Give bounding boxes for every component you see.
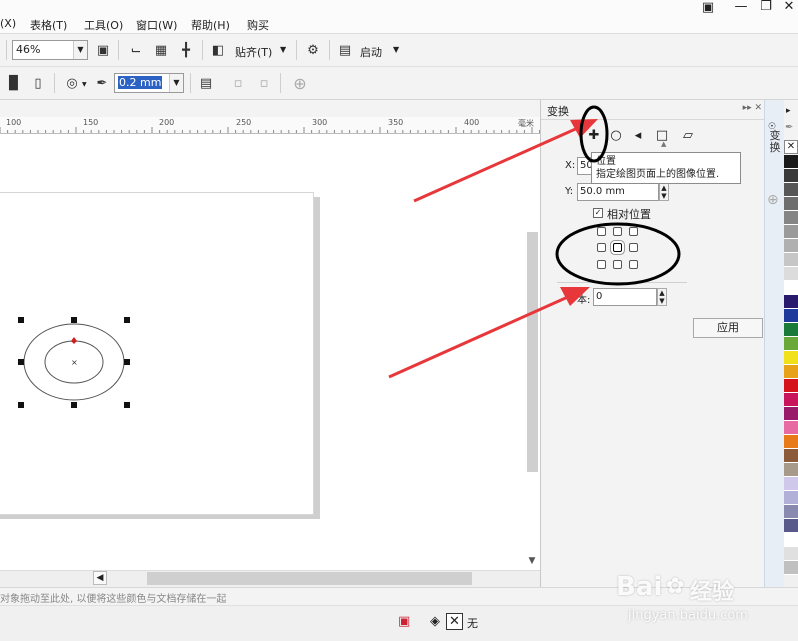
watermark-url: jingyan.baidu.com xyxy=(628,608,748,623)
fill-none-label: 无 xyxy=(467,617,478,630)
no-fill-swatch[interactable]: ✕ xyxy=(446,613,463,630)
color-proof-icon[interactable]: ▣ xyxy=(398,614,410,629)
annotation-arrow xyxy=(388,294,571,379)
baidu-watermark: Bai ✿ 经验 jingyan.baidu.com xyxy=(616,572,798,632)
annotation-circle xyxy=(579,105,609,163)
annotation-arrow xyxy=(413,125,581,203)
palette-drop-hint: 对象拖动至此处, 以便将这些颜色与文档存储在一起 xyxy=(0,594,227,605)
paw-icon: ✿ xyxy=(666,574,685,599)
annotation-arrowhead xyxy=(560,287,590,306)
fill-icon[interactable]: ◈ xyxy=(430,614,440,629)
watermark-brand-suffix: 经验 xyxy=(690,580,735,605)
watermark-brand: Bai xyxy=(616,572,663,602)
annotation-circle xyxy=(555,222,681,286)
annotation-overlay xyxy=(388,105,681,379)
